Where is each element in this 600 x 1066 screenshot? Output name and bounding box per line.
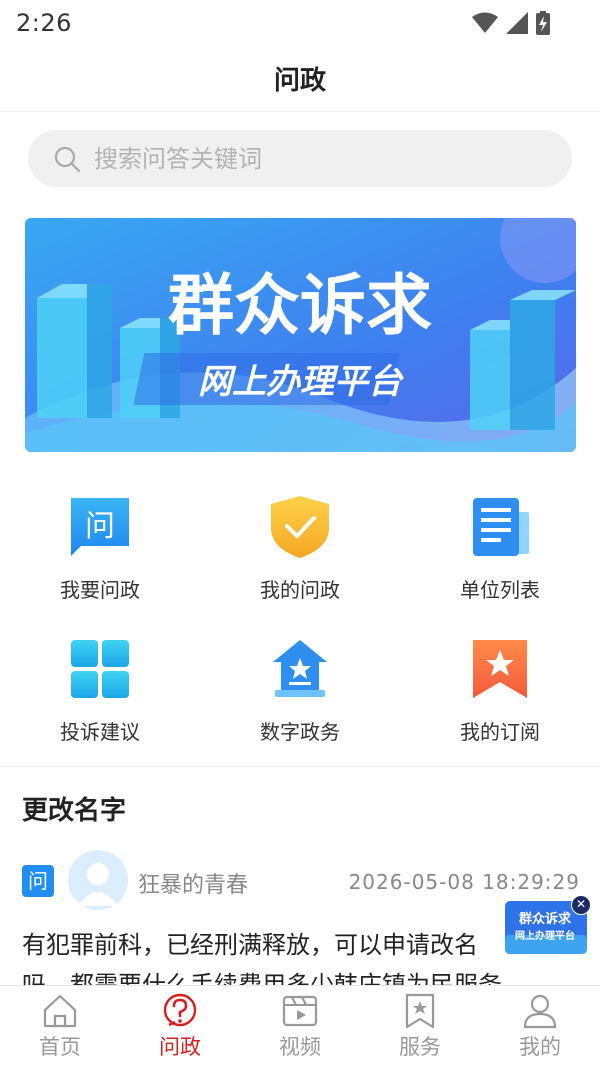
post-username: 狂暴的青春 — [138, 873, 249, 898]
default-avatar-icon — [78, 863, 118, 906]
government-building-icon — [273, 640, 327, 697]
post-header[interactable]: 问 狂暴的青春 2026-05-08 18:29:29 — [22, 850, 582, 912]
tab-label: 服务 — [399, 1035, 441, 1059]
ask-icon: 问 — [71, 498, 129, 556]
function-grid: 问 我要问政 我的问政 单位列表 投诉建议 数字政务 我的订阅 — [0, 470, 600, 766]
status-time: 2:26 — [16, 9, 72, 37]
section-divider — [0, 766, 600, 767]
post-timestamp: 2026-05-08 18:29:29 — [348, 870, 580, 894]
search-bar[interactable] — [28, 130, 572, 187]
grid-item-subscription[interactable]: 我的订阅 — [400, 612, 600, 752]
tab-label: 我的 — [519, 1035, 561, 1059]
banner-title: 群众诉求 — [168, 267, 432, 344]
search-input[interactable] — [94, 144, 514, 173]
tab-mine[interactable]: 我的 — [480, 986, 600, 1066]
battery-icon — [536, 11, 550, 35]
floating-banner[interactable]: 群众诉求 网上办理平台 ✕ — [505, 895, 591, 954]
question-circle-icon — [163, 993, 197, 1027]
tab-wenzheng[interactable]: 问政 — [120, 986, 240, 1066]
post-content-line: 有犯罪前科，已经刑满释放，可以申请改名 — [22, 931, 478, 959]
document-list-icon — [473, 498, 529, 556]
grid-label: 投诉建议 — [60, 720, 140, 744]
status-bar: 2:26 — [0, 0, 600, 48]
grid-label: 我的问政 — [260, 578, 340, 602]
status-icons — [472, 10, 550, 36]
tab-label: 问政 — [159, 1035, 201, 1059]
page-title: 问政 — [273, 66, 326, 96]
grid-item-complaint[interactable]: 投诉建议 — [0, 612, 200, 752]
tab-home[interactable]: 首页 — [0, 986, 120, 1066]
service-bookmark-icon — [405, 993, 435, 1029]
floating-banner-title: 群众诉求 — [519, 911, 572, 927]
home-icon — [43, 994, 77, 1028]
grid-item-my-ask[interactable]: 我的问政 — [200, 470, 400, 610]
wifi-icon — [472, 12, 498, 33]
grid-item-unit-list[interactable]: 单位列表 — [400, 470, 600, 610]
bookmark-star-icon — [473, 640, 527, 698]
grid-item-digital-gov[interactable]: 数字政务 — [200, 612, 400, 752]
close-icon[interactable]: ✕ — [571, 895, 591, 915]
grid-label: 我要问政 — [60, 578, 140, 602]
search-icon — [54, 146, 81, 172]
banner-subtitle: 网上办理平台 — [198, 362, 404, 402]
tab-label: 首页 — [39, 1035, 81, 1059]
video-icon — [282, 995, 318, 1027]
svg-text:问: 问 — [85, 509, 115, 544]
section-title: 更改名字 — [22, 796, 127, 826]
floating-banner-subtitle: 网上办理平台 — [515, 929, 575, 942]
shield-check-icon — [271, 496, 329, 558]
grid-item-ask[interactable]: 问 我要问政 — [0, 470, 200, 610]
grid-label: 我的订阅 — [460, 720, 540, 744]
banner-graphic: 群众诉求 网上办理平台 — [25, 218, 576, 452]
avatar[interactable] — [68, 850, 128, 910]
user-icon — [523, 994, 557, 1029]
nav-bar: 问政 — [0, 48, 600, 112]
signal-icon — [506, 12, 528, 34]
grid-label: 单位列表 — [460, 578, 540, 602]
bottom-tab-bar: 首页 问政 视频 服务 我的 — [0, 985, 600, 1066]
grid-label: 数字政务 — [260, 720, 340, 744]
banner[interactable]: 群众诉求 网上办理平台 — [25, 218, 576, 452]
grid-tiles-icon — [71, 640, 129, 698]
tab-service[interactable]: 服务 — [360, 986, 480, 1066]
question-badge: 问 — [22, 865, 54, 897]
tab-video[interactable]: 视频 — [240, 986, 360, 1066]
tab-label: 视频 — [279, 1035, 321, 1059]
